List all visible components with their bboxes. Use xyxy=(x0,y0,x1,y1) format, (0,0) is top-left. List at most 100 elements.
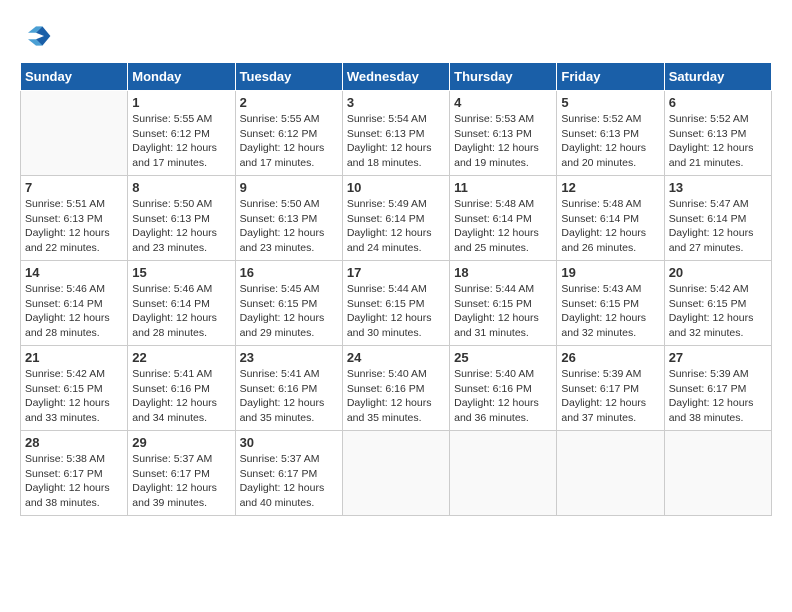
day-info: Sunrise: 5:51 AMSunset: 6:13 PMDaylight:… xyxy=(25,197,123,256)
calendar-cell: 18 Sunrise: 5:44 AMSunset: 6:15 PMDayligh… xyxy=(450,261,557,346)
day-number: 17 xyxy=(347,265,445,280)
day-info: Sunrise: 5:46 AMSunset: 6:14 PMDaylight:… xyxy=(25,282,123,341)
calendar-cell: 24 Sunrise: 5:40 AMSunset: 6:16 PMDayligh… xyxy=(342,346,449,431)
logo-icon xyxy=(20,20,52,52)
day-info: Sunrise: 5:53 AMSunset: 6:13 PMDaylight:… xyxy=(454,112,552,171)
day-info: Sunrise: 5:45 AMSunset: 6:15 PMDaylight:… xyxy=(240,282,338,341)
day-info: Sunrise: 5:55 AMSunset: 6:12 PMDaylight:… xyxy=(132,112,230,171)
day-info: Sunrise: 5:55 AMSunset: 6:12 PMDaylight:… xyxy=(240,112,338,171)
day-info: Sunrise: 5:41 AMSunset: 6:16 PMDaylight:… xyxy=(132,367,230,426)
weekday-header-wednesday: Wednesday xyxy=(342,63,449,91)
day-info: Sunrise: 5:47 AMSunset: 6:14 PMDaylight:… xyxy=(669,197,767,256)
calendar-cell xyxy=(342,431,449,516)
calendar-cell: 17 Sunrise: 5:44 AMSunset: 6:15 PMDayligh… xyxy=(342,261,449,346)
day-info: Sunrise: 5:42 AMSunset: 6:15 PMDaylight:… xyxy=(25,367,123,426)
day-info: Sunrise: 5:50 AMSunset: 6:13 PMDaylight:… xyxy=(132,197,230,256)
calendar-cell: 29Sunrise: 5:37 AMSunset: 6:17 PMDayligh… xyxy=(128,431,235,516)
week-row-5: 28 Sunrise: 5:38 AMSunset: 6:17 PMDayligh… xyxy=(21,431,772,516)
day-number: 25 xyxy=(454,350,552,365)
day-number: 10 xyxy=(347,180,445,195)
day-info: Sunrise: 5:54 AMSunset: 6:13 PMDaylight:… xyxy=(347,112,445,171)
calendar-cell: 21 Sunrise: 5:42 AMSunset: 6:15 PMDayligh… xyxy=(21,346,128,431)
day-info: Sunrise: 5:41 AMSunset: 6:16 PMDaylight:… xyxy=(240,367,338,426)
calendar-cell xyxy=(557,431,664,516)
day-info: Sunrise: 5:49 AMSunset: 6:14 PMDaylight:… xyxy=(347,197,445,256)
weekday-header-saturday: Saturday xyxy=(664,63,771,91)
day-number: 2 xyxy=(240,95,338,110)
day-number: 21 xyxy=(25,350,123,365)
day-info: Sunrise: 5:39 AMSunset: 6:17 PMDaylight:… xyxy=(669,367,767,426)
day-info: Sunrise: 5:46 AMSunset: 6:14 PMDaylight:… xyxy=(132,282,230,341)
calendar-cell xyxy=(664,431,771,516)
calendar-cell: 4 Sunrise: 5:53 AMSunset: 6:13 PMDaylight… xyxy=(450,91,557,176)
day-number: 28 xyxy=(25,435,123,450)
day-info: Sunrise: 5:48 AMSunset: 6:14 PMDaylight:… xyxy=(454,197,552,256)
week-row-3: 14 Sunrise: 5:46 AMSunset: 6:14 PMDayligh… xyxy=(21,261,772,346)
weekday-header-sunday: Sunday xyxy=(21,63,128,91)
calendar-cell: 6Sunrise: 5:52 AMSunset: 6:13 PMDaylight… xyxy=(664,91,771,176)
day-info: Sunrise: 5:52 AMSunset: 6:13 PMDaylight:… xyxy=(669,112,767,171)
day-number: 4 xyxy=(454,95,552,110)
day-number: 8 xyxy=(132,180,230,195)
day-number: 14 xyxy=(25,265,123,280)
day-number: 20 xyxy=(669,265,767,280)
calendar-cell: 20 Sunrise: 5:42 AMSunset: 6:15 PMDayligh… xyxy=(664,261,771,346)
day-number: 22 xyxy=(132,350,230,365)
calendar-cell: 9 Sunrise: 5:50 AMSunset: 6:13 PMDaylight… xyxy=(235,176,342,261)
calendar-cell: 10 Sunrise: 5:49 AMSunset: 6:14 PMDayligh… xyxy=(342,176,449,261)
day-number: 11 xyxy=(454,180,552,195)
calendar-cell: 28 Sunrise: 5:38 AMSunset: 6:17 PMDayligh… xyxy=(21,431,128,516)
calendar-cell: 22 Sunrise: 5:41 AMSunset: 6:16 PMDayligh… xyxy=(128,346,235,431)
day-number: 26 xyxy=(561,350,659,365)
calendar-cell: 30Sunrise: 5:37 AMSunset: 6:17 PMDayligh… xyxy=(235,431,342,516)
day-number: 3 xyxy=(347,95,445,110)
calendar-cell: 27 Sunrise: 5:39 AMSunset: 6:17 PMDayligh… xyxy=(664,346,771,431)
day-info: Sunrise: 5:44 AMSunset: 6:15 PMDaylight:… xyxy=(454,282,552,341)
day-info: Sunrise: 5:43 AMSunset: 6:15 PMDaylight:… xyxy=(561,282,659,341)
day-number: 19 xyxy=(561,265,659,280)
day-number: 30 xyxy=(240,435,338,450)
calendar-cell: 16 Sunrise: 5:45 AMSunset: 6:15 PMDayligh… xyxy=(235,261,342,346)
day-number: 15 xyxy=(132,265,230,280)
day-info: Sunrise: 5:42 AMSunset: 6:15 PMDaylight:… xyxy=(669,282,767,341)
week-row-2: 7 Sunrise: 5:51 AMSunset: 6:13 PMDaylight… xyxy=(21,176,772,261)
weekday-header-row: SundayMondayTuesdayWednesdayThursdayFrid… xyxy=(21,63,772,91)
calendar-table: SundayMondayTuesdayWednesdayThursdayFrid… xyxy=(20,62,772,516)
week-row-1: 1Sunrise: 5:55 AMSunset: 6:12 PMDaylight… xyxy=(21,91,772,176)
day-number: 18 xyxy=(454,265,552,280)
day-info: Sunrise: 5:40 AMSunset: 6:16 PMDaylight:… xyxy=(347,367,445,426)
weekday-header-thursday: Thursday xyxy=(450,63,557,91)
calendar-cell: 2 Sunrise: 5:55 AMSunset: 6:12 PMDaylight… xyxy=(235,91,342,176)
day-info: Sunrise: 5:39 AMSunset: 6:17 PMDaylight:… xyxy=(561,367,659,426)
calendar-cell: 7 Sunrise: 5:51 AMSunset: 6:13 PMDaylight… xyxy=(21,176,128,261)
calendar-cell: 13 Sunrise: 5:47 AMSunset: 6:14 PMDayligh… xyxy=(664,176,771,261)
day-info: Sunrise: 5:40 AMSunset: 6:16 PMDaylight:… xyxy=(454,367,552,426)
day-number: 24 xyxy=(347,350,445,365)
day-number: 16 xyxy=(240,265,338,280)
calendar-cell xyxy=(450,431,557,516)
day-number: 7 xyxy=(25,180,123,195)
calendar-cell xyxy=(21,91,128,176)
day-number: 12 xyxy=(561,180,659,195)
calendar-cell: 8 Sunrise: 5:50 AMSunset: 6:13 PMDaylight… xyxy=(128,176,235,261)
calendar-cell: 3 Sunrise: 5:54 AMSunset: 6:13 PMDaylight… xyxy=(342,91,449,176)
calendar-cell: 11 Sunrise: 5:48 AMSunset: 6:14 PMDayligh… xyxy=(450,176,557,261)
weekday-header-monday: Monday xyxy=(128,63,235,91)
day-info: Sunrise: 5:52 AMSunset: 6:13 PMDaylight:… xyxy=(561,112,659,171)
day-info: Sunrise: 5:50 AMSunset: 6:13 PMDaylight:… xyxy=(240,197,338,256)
day-number: 9 xyxy=(240,180,338,195)
day-info: Sunrise: 5:44 AMSunset: 6:15 PMDaylight:… xyxy=(347,282,445,341)
day-number: 5 xyxy=(561,95,659,110)
day-info: Sunrise: 5:38 AMSunset: 6:17 PMDaylight:… xyxy=(25,452,123,511)
weekday-header-friday: Friday xyxy=(557,63,664,91)
week-row-4: 21 Sunrise: 5:42 AMSunset: 6:15 PMDayligh… xyxy=(21,346,772,431)
calendar-cell: 23Sunrise: 5:41 AMSunset: 6:16 PMDayligh… xyxy=(235,346,342,431)
calendar-cell: 14 Sunrise: 5:46 AMSunset: 6:14 PMDayligh… xyxy=(21,261,128,346)
calendar-cell: 25 Sunrise: 5:40 AMSunset: 6:16 PMDayligh… xyxy=(450,346,557,431)
day-number: 27 xyxy=(669,350,767,365)
day-number: 13 xyxy=(669,180,767,195)
calendar-cell: 1Sunrise: 5:55 AMSunset: 6:12 PMDaylight… xyxy=(128,91,235,176)
calendar-cell: 15 Sunrise: 5:46 AMSunset: 6:14 PMDayligh… xyxy=(128,261,235,346)
weekday-header-tuesday: Tuesday xyxy=(235,63,342,91)
calendar-cell: 19 Sunrise: 5:43 AMSunset: 6:15 PMDayligh… xyxy=(557,261,664,346)
